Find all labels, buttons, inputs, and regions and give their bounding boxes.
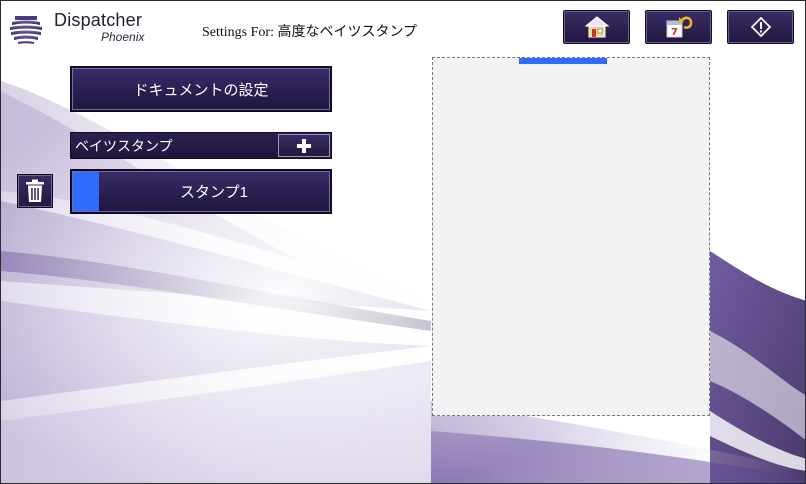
- home-icon: [584, 16, 609, 38]
- page-title: Settings For: 高度なベイツスタンプ: [202, 25, 418, 40]
- header-bar: Dispatcher Phoenix Settings For: 高度なベイツス…: [1, 1, 805, 53]
- reset-button[interactable]: 7: [645, 10, 712, 44]
- info-icon: [750, 17, 771, 37]
- home-button[interactable]: [563, 10, 630, 44]
- logo-title: Dispatcher: [54, 10, 143, 30]
- calendar-undo-icon: 7: [666, 16, 692, 38]
- bates-stamp-label: ベイツスタンプ: [75, 138, 173, 154]
- document-settings-button[interactable]: ドキュメントの設定: [70, 66, 332, 112]
- dispatcher-logo-icon: [10, 16, 42, 44]
- selected-indicator: [73, 172, 99, 211]
- logo-subtitle: Phoenix: [101, 30, 145, 44]
- delete-stamp-button[interactable]: [17, 174, 53, 208]
- logo: Dispatcher Phoenix: [9, 9, 149, 49]
- stamp-item-label: スタンプ1: [180, 184, 248, 201]
- svg-text:7: 7: [671, 27, 678, 38]
- info-button[interactable]: [727, 10, 794, 44]
- stamp-list-item[interactable]: スタンプ1: [70, 169, 332, 214]
- bates-stamp-header: ベイツスタンプ: [70, 132, 332, 159]
- stamp-position-marker[interactable]: [519, 58, 607, 64]
- app-window: Dispatcher Phoenix Settings For: 高度なベイツス…: [0, 0, 806, 484]
- page-preview: [432, 57, 710, 416]
- plus-icon: [297, 138, 311, 153]
- trash-icon: [26, 179, 44, 202]
- add-stamp-button[interactable]: [278, 134, 330, 157]
